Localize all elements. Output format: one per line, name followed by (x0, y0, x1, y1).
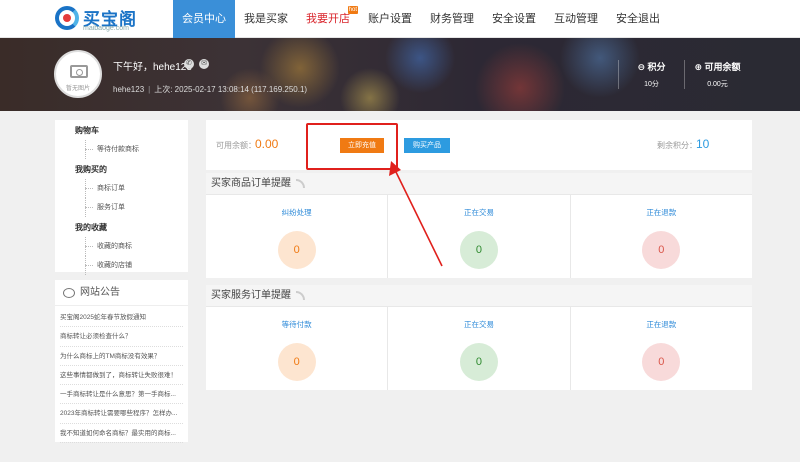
username: hehe123 (113, 85, 145, 94)
notice-item[interactable]: 为什么商标上的TM商标没有效果？ (60, 347, 183, 366)
notice-title: 网站公告 (80, 286, 120, 298)
notice-list: 买宝阁2025蛇年春节放假通知 商标转让必须检查什么？ 为什么商标上的TM商标没… (55, 306, 188, 444)
hot-badge: hot (347, 6, 358, 14)
verify-icons: ✆ ✉ (184, 59, 209, 69)
service-col-refunding[interactable]: 正在退款 0 (571, 307, 752, 390)
recharge-button[interactable]: 立即充值 (340, 138, 384, 153)
service-col-trading[interactable]: 正在交易 0 (388, 307, 571, 390)
goods-col-refunding[interactable]: 正在退款 0 (571, 195, 752, 278)
logo-subtext: maibaoge.com (83, 25, 129, 32)
stat-points[interactable]: ⊖ 积分 10分 (618, 60, 684, 89)
menu-item-trademark-orders[interactable]: 商标订单 (55, 179, 188, 198)
rss-icon (296, 291, 305, 300)
balance-label: 可用余额： (216, 141, 256, 150)
last-login: 上次: 2025-02-17 13:08:14 (117.169.250.1) (154, 85, 308, 94)
avatar-placeholder-text: 暂无图片 (65, 86, 90, 92)
count-circle: 0 (459, 343, 498, 381)
menu-group-purchased[interactable]: 我购买的 (55, 161, 188, 179)
count-circle: 0 (277, 231, 316, 269)
nav-open-shop-label: 我要开店 (306, 13, 350, 25)
service-order-header: 买家服务订单提醒 (206, 285, 752, 307)
notice-item[interactable]: 2023年商标转让需要哪些程序？怎样办... (60, 404, 183, 424)
col-label: 正在交易 (463, 208, 494, 217)
goods-order-panel: 买家商品订单提醒 纠纷处理 0 正在交易 0 正在退款 0 (206, 173, 752, 278)
buy-product-button[interactable]: 购买产品 (404, 138, 450, 153)
count-circle: 0 (459, 231, 498, 269)
sidebar-menu: 购物车 等待付款商标 我购买的 商标订单 服务订单 我的收藏 收藏的商标 收藏的… (55, 120, 188, 275)
site-logo[interactable]: 买宝阁 maibaoge.com (55, 6, 165, 34)
stat-points-label: ⊖ 积分 (637, 62, 666, 72)
nav-buyer[interactable]: 我是买家 (235, 0, 297, 38)
notice-item[interactable]: 这些事情都做到了，商标转让失败很难！ (60, 366, 183, 386)
stat-balance-value: 0.00元 (707, 81, 728, 88)
top-bar: 买宝阁 maibaoge.com 会员中心 我是买家 我要开店 hot 账户设置… (0, 0, 800, 38)
nav-account-settings[interactable]: 账户设置 (359, 0, 421, 38)
goods-col-dispute[interactable]: 纠纷处理 0 (206, 195, 389, 278)
user-info-line: hehe123 | 上次: 2025-02-17 13:08:14 (117.169… (113, 85, 308, 94)
service-order-cols: 等待付款 0 正在交易 0 正在退款 0 (206, 307, 752, 390)
logo-icon (55, 6, 79, 30)
service-order-panel: 买家服务订单提醒 等待付款 0 正在交易 0 正在退款 0 (206, 285, 752, 390)
nav-finance[interactable]: 财务管理 (421, 0, 483, 38)
notice-panel: 网站公告 买宝阁2025蛇年春节放假通知 商标转让必须检查什么？ 为什么商标上的… (55, 280, 188, 444)
stat-points-value: 10分 (644, 81, 659, 88)
count-circle: 0 (642, 343, 681, 381)
menu-item-fav-trademarks[interactable]: 收藏的商标 (55, 237, 188, 256)
notice-header: 网站公告 (55, 280, 188, 306)
goods-order-header: 买家商品订单提醒 (206, 173, 752, 195)
nav-open-shop[interactable]: 我要开店 hot (297, 0, 359, 38)
col-label: 正在退款 (646, 320, 677, 329)
points-label: 剩余积分： (657, 141, 697, 150)
notice-item[interactable]: 一手商标转让是什么意思？第一手商标... (60, 385, 183, 405)
col-label: 纠纷处理 (281, 208, 312, 217)
menu-item-pending-payment[interactable]: 等待付款商标 (55, 140, 188, 159)
greeting: 下午好，hehe123 (113, 62, 192, 73)
account-stats: ⊖ 积分 10分 ⊕ 可用余额 0.00元 (618, 60, 750, 89)
menu-group-cart[interactable]: 购物车 (55, 122, 188, 140)
camera-icon (70, 65, 88, 78)
notice-item[interactable]: 买宝阁2025蛇年春节放假通知 (60, 308, 183, 328)
service-col-pending-payment[interactable]: 等待付款 0 (206, 307, 389, 390)
col-label: 正在退款 (646, 208, 677, 217)
nav-interaction[interactable]: 互动管理 (545, 0, 607, 38)
goods-order-cols: 纠纷处理 0 正在交易 0 正在退款 0 (206, 195, 752, 278)
menu-item-service-orders[interactable]: 服务订单 (55, 198, 188, 217)
nav-member-center[interactable]: 会员中心 (173, 0, 235, 38)
notice-item[interactable]: 我不知道如何命名商标？最实用的商标... (60, 424, 183, 444)
speech-bubble-icon (63, 287, 75, 298)
count-circle: 0 (642, 231, 681, 269)
profile-banner: 暂无图片 下午好，hehe123 ✆ ✉ hehe123 | 上次: 2025-02… (0, 38, 800, 111)
rss-icon (296, 179, 305, 188)
col-label: 正在交易 (463, 320, 494, 329)
count-circle: 0 (277, 343, 316, 381)
col-label: 等待付款 (281, 320, 312, 329)
points-value: 10 (696, 137, 710, 151)
service-order-title: 买家服务订单提醒 (211, 289, 291, 301)
phone-verify-icon[interactable]: ✆ (184, 59, 194, 69)
menu-item-fav-shops[interactable]: 收藏的店铺 (55, 256, 188, 275)
stat-balance[interactable]: ⊕ 可用余额 0.00元 (684, 60, 750, 89)
goods-order-title: 买家商品订单提醒 (211, 177, 291, 189)
email-verify-icon[interactable]: ✉ (199, 59, 209, 69)
balance-bar: 可用余额： 0.00 立即充值 购买产品 剩余积分： 10 (206, 120, 752, 170)
avatar[interactable]: 暂无图片 (54, 50, 102, 98)
notice-item[interactable]: 商标转让必须检查什么？ (60, 327, 183, 347)
goods-col-trading[interactable]: 正在交易 0 (388, 195, 571, 278)
main-nav: 会员中心 我是买家 我要开店 hot 账户设置 财务管理 安全设置 互动管理 安… (173, 0, 669, 38)
nav-logout[interactable]: 安全退出 (607, 0, 669, 38)
stat-balance-label: ⊕ 可用余额 (694, 62, 741, 72)
balance-value: 0.00 (255, 137, 279, 151)
menu-group-favorites[interactable]: 我的收藏 (55, 219, 188, 237)
nav-security[interactable]: 安全设置 (483, 0, 545, 38)
